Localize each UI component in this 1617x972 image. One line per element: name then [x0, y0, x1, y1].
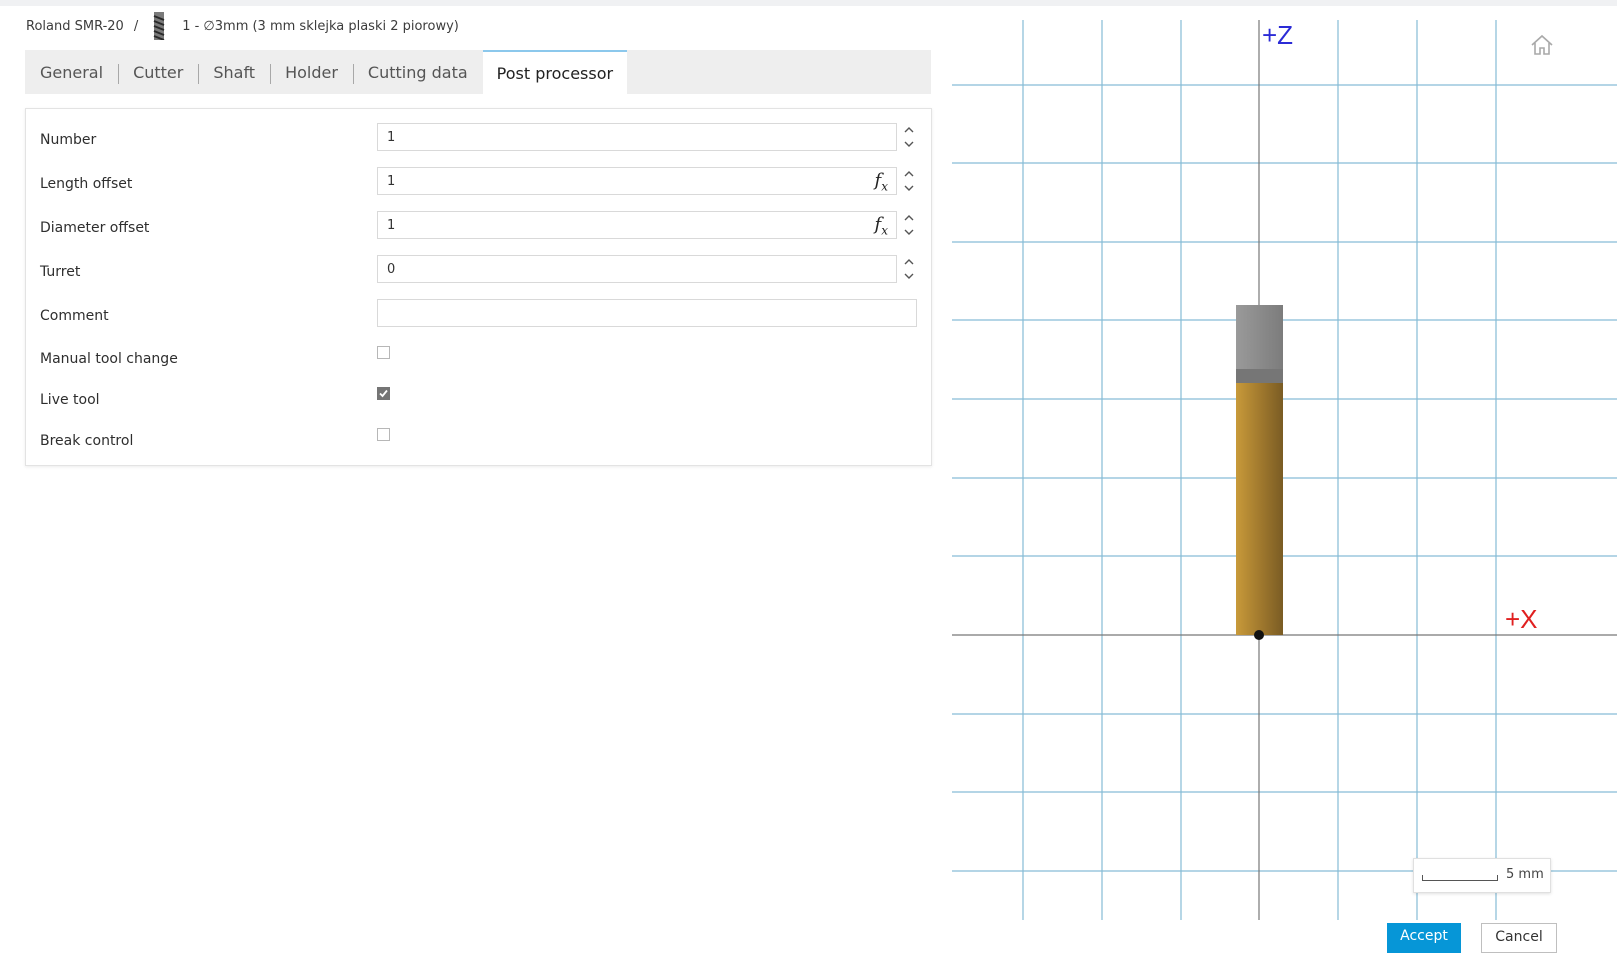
- formula-icon[interactable]: fx: [875, 170, 888, 194]
- length-offset-label: Length offset: [40, 176, 133, 192]
- manual-tool-change-checkbox[interactable]: [377, 346, 390, 359]
- number-label: Number: [40, 132, 97, 148]
- diameter-offset-stepper-icon[interactable]: [902, 212, 916, 238]
- home-icon[interactable]: [1529, 33, 1555, 57]
- breadcrumb-tool: 1 - ∅3mm (3 mm sklejka plaski 2 piorowy): [182, 18, 459, 34]
- diameter-offset-value: 1: [387, 217, 396, 233]
- axes: [952, 20, 1617, 920]
- comment-label: Comment: [40, 308, 109, 324]
- tab-post-processor[interactable]: Post processor: [482, 50, 628, 94]
- scale-indicator: 5 mm: [1413, 858, 1551, 893]
- accept-button[interactable]: Accept: [1387, 923, 1461, 953]
- tab-bar: General Cutter Shaft Holder Cutting data…: [25, 50, 931, 94]
- holder-band: [1236, 369, 1283, 383]
- tab-cutting-data[interactable]: Cutting data: [352, 50, 483, 94]
- scale-label: 5 mm: [1506, 867, 1544, 882]
- checkmark-icon: [379, 389, 388, 398]
- diameter-offset-label: Diameter offset: [40, 220, 150, 236]
- tab-shaft[interactable]: Shaft: [198, 50, 270, 94]
- formula-icon[interactable]: fx: [875, 214, 888, 238]
- tool-preview-viewport[interactable]: +Z +X: [952, 20, 1617, 920]
- length-offset-value: 1: [387, 173, 396, 189]
- tab-cutter[interactable]: Cutter: [118, 50, 198, 94]
- scale-bar: [1422, 875, 1498, 881]
- tool-origin-point: [1254, 630, 1264, 640]
- number-field[interactable]: 1: [377, 123, 897, 151]
- manual-tool-change-label: Manual tool change: [40, 351, 178, 367]
- turret-field[interactable]: 0: [377, 255, 897, 283]
- tab-general[interactable]: General: [25, 50, 118, 94]
- tab-holder[interactable]: Holder: [270, 50, 353, 94]
- diameter-offset-field[interactable]: 1 fx: [377, 211, 897, 239]
- turret-stepper-icon[interactable]: [902, 256, 916, 282]
- tool-holder: [1236, 305, 1283, 369]
- turret-value: 0: [387, 261, 396, 277]
- tool-shaft: [1236, 383, 1283, 635]
- comment-field[interactable]: [377, 299, 917, 327]
- post-processor-form: Number 1 Length offset 1 fx Diameter off…: [25, 108, 932, 466]
- turret-label: Turret: [40, 264, 81, 280]
- grid: [952, 20, 1617, 920]
- breadcrumb-machine[interactable]: Roland SMR-20: [26, 19, 124, 34]
- live-tool-checkbox[interactable]: [377, 387, 390, 400]
- cancel-button[interactable]: Cancel: [1481, 923, 1557, 953]
- breadcrumb: Roland SMR-20 / 1 - ∅3mm (3 mm sklejka p…: [26, 12, 459, 40]
- live-tool-label: Live tool: [40, 392, 100, 408]
- x-axis-label: +X: [1505, 604, 1538, 634]
- number-value: 1: [387, 129, 396, 145]
- break-control-label: Break control: [40, 433, 134, 449]
- breadcrumb-separator: /: [133, 18, 139, 34]
- top-strip: [0, 0, 1617, 6]
- length-offset-stepper-icon[interactable]: [902, 168, 916, 194]
- end-mill-icon: [153, 12, 165, 40]
- break-control-checkbox[interactable]: [377, 428, 390, 441]
- length-offset-field[interactable]: 1 fx: [377, 167, 897, 195]
- number-stepper-icon[interactable]: [902, 124, 916, 150]
- z-axis-label: +Z: [1262, 20, 1293, 50]
